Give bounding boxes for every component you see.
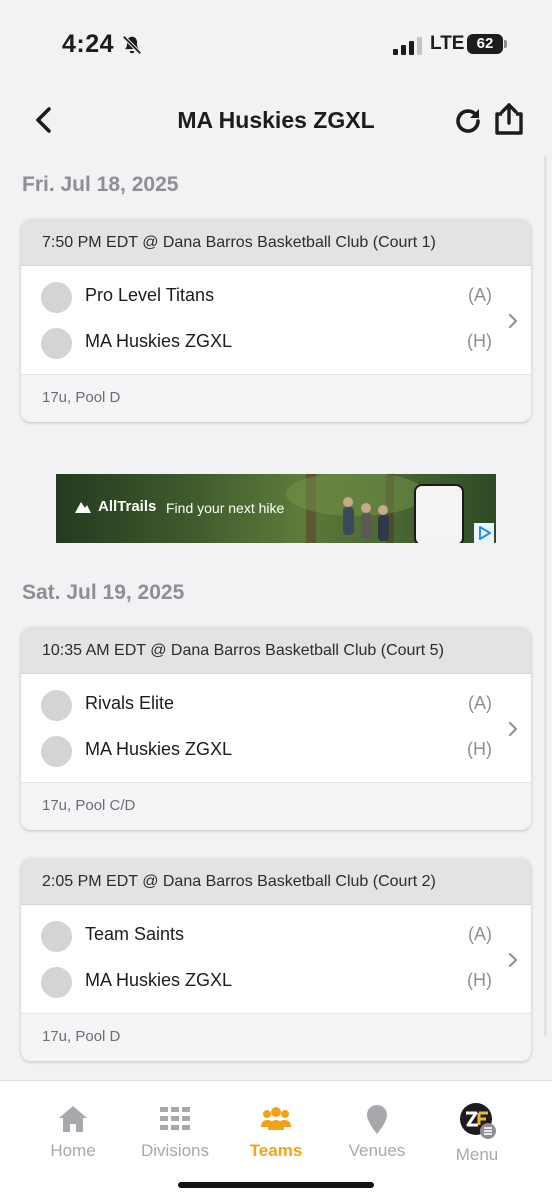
battery-tip xyxy=(504,40,507,48)
away-team-row: Team Saints (A) xyxy=(21,912,511,958)
venues-icon xyxy=(367,1105,387,1134)
team-side: (H) xyxy=(467,331,492,351)
nav-bar: MA Huskies ZGXL xyxy=(0,95,552,150)
team-logo xyxy=(41,282,72,313)
ad-tagline: Find your next hike xyxy=(166,500,285,516)
refresh-icon[interactable] xyxy=(452,105,484,137)
day-header: Sat. Jul 19, 2025 xyxy=(22,581,185,604)
home-icon xyxy=(59,1106,87,1132)
ad-brand: AllTrails xyxy=(74,498,156,515)
home-team-row: MA Huskies ZGXL (H) xyxy=(21,727,511,773)
share-icon[interactable] xyxy=(492,102,526,136)
team-side: (A) xyxy=(468,924,492,944)
adchoices-icon[interactable] xyxy=(474,523,494,543)
network-type: LTE xyxy=(430,33,465,54)
team-logo xyxy=(41,328,72,359)
signal-icon xyxy=(393,37,423,55)
away-team-row: Rivals Elite (A) xyxy=(21,681,511,727)
chevron-right-icon xyxy=(509,722,517,736)
team-logo xyxy=(41,967,72,998)
teams-icon xyxy=(261,1107,291,1130)
game-division: 17u, Pool D xyxy=(21,1013,531,1061)
tab-label: Menu xyxy=(455,1145,499,1164)
tab-teams[interactable]: Teams xyxy=(226,1081,326,1171)
bell-off-icon xyxy=(122,35,142,55)
team-name: Pro Level Titans xyxy=(85,285,215,305)
divisions-icon xyxy=(160,1107,190,1130)
game-time-venue: 2:05 PM EDT @ Dana Barros Basketball Clu… xyxy=(21,858,531,905)
team-side: (H) xyxy=(467,739,492,759)
tab-label: Divisions xyxy=(140,1141,210,1160)
team-side: (A) xyxy=(468,693,492,713)
home-team-row: MA Huskies ZGXL (H) xyxy=(21,319,511,365)
game-card[interactable]: 10:35 AM EDT @ Dana Barros Basketball Cl… xyxy=(21,627,531,830)
day-header: Fri. Jul 18, 2025 xyxy=(22,173,179,196)
scroll-indicator[interactable] xyxy=(544,156,547,1036)
status-bar: 4:24 LTE 62 xyxy=(0,0,552,90)
home-indicator[interactable] xyxy=(178,1182,374,1188)
away-team-row: Pro Level Titans (A) xyxy=(21,273,511,319)
team-name: MA Huskies ZGXL xyxy=(85,739,233,759)
menu-icon xyxy=(460,1103,496,1139)
tab-label: Venues xyxy=(348,1141,406,1160)
team-name: MA Huskies ZGXL xyxy=(85,970,233,990)
alltrails-logo-icon xyxy=(75,502,91,513)
tab-menu[interactable]: Menu xyxy=(427,1081,527,1171)
tab-home[interactable]: Home xyxy=(23,1081,123,1171)
team-side: (H) xyxy=(467,970,492,990)
ad-banner[interactable]: AllTrails Find your next hike xyxy=(56,474,496,543)
team-logo xyxy=(41,736,72,767)
battery-icon: 62 xyxy=(467,34,503,54)
tab-label: Home xyxy=(50,1141,96,1160)
tab-venues[interactable]: Venues xyxy=(327,1081,427,1171)
team-logo xyxy=(41,690,72,721)
game-division: 17u, Pool C/D xyxy=(21,782,531,830)
game-time-venue: 7:50 PM EDT @ Dana Barros Basketball Clu… xyxy=(21,219,531,266)
game-division: 17u, Pool D xyxy=(21,374,531,422)
status-time: 4:24 xyxy=(62,30,115,58)
game-card[interactable]: 2:05 PM EDT @ Dana Barros Basketball Clu… xyxy=(21,858,531,1061)
tab-label: Teams xyxy=(249,1141,303,1160)
home-team-row: MA Huskies ZGXL (H) xyxy=(21,958,511,1004)
team-name: MA Huskies ZGXL xyxy=(85,331,233,351)
team-name: Rivals Elite xyxy=(85,693,175,713)
tab-divisions[interactable]: Divisions xyxy=(125,1081,225,1171)
chevron-right-icon xyxy=(509,953,517,967)
chevron-right-icon xyxy=(509,314,517,328)
game-card[interactable]: 7:50 PM EDT @ Dana Barros Basketball Clu… xyxy=(21,219,531,422)
team-side: (A) xyxy=(468,285,492,305)
team-logo xyxy=(41,921,72,952)
game-time-venue: 10:35 AM EDT @ Dana Barros Basketball Cl… xyxy=(21,627,531,674)
team-name: Team Saints xyxy=(85,924,185,944)
phone-image xyxy=(414,484,464,543)
